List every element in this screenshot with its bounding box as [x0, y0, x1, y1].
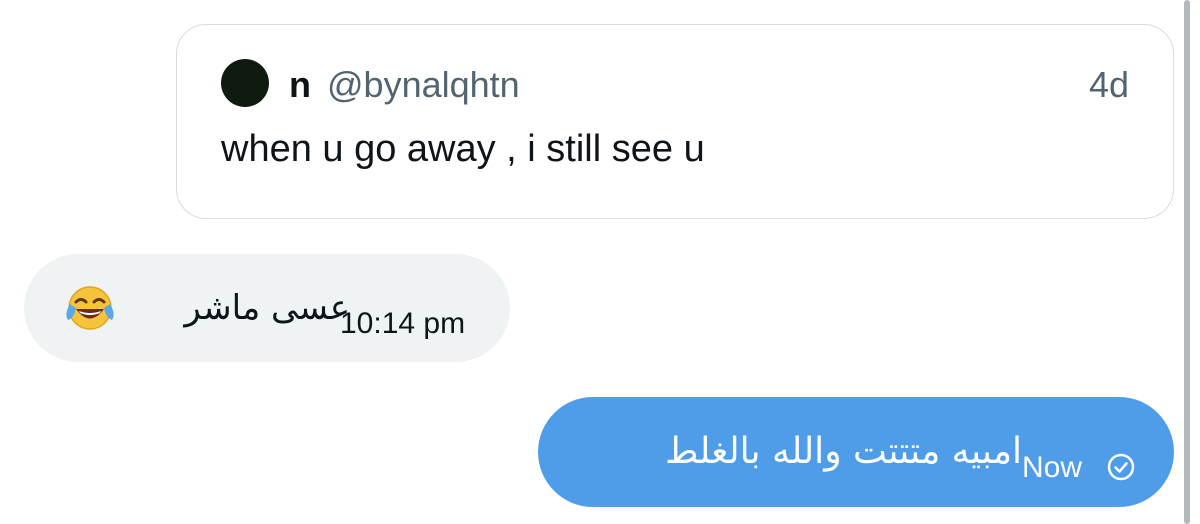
quoted-timestamp: 4d — [1088, 64, 1129, 105]
quoted-handle[interactable]: @bynalqhtn — [327, 63, 520, 107]
quoted-tweet-text: when u go away , i still see u — [221, 128, 705, 170]
check-circle-icon — [1107, 453, 1135, 481]
quoted-tweet-card[interactable]: n @bynalqhtn 4d when u go away , i still… — [176, 24, 1174, 219]
message-text: عسى ماشر — [184, 288, 350, 328]
scrollbar[interactable] — [1184, 0, 1190, 524]
quoted-display-name[interactable]: n — [289, 63, 311, 107]
incoming-message-bubble[interactable]: عسى ماشر 10:14 pm — [24, 254, 510, 362]
message-timestamp: 10:14 pm — [340, 307, 466, 340]
dm-conversation: n @bynalqhtn 4d when u go away , i still… — [0, 0, 1200, 524]
message-timestamp: Now — [1022, 451, 1083, 484]
face-with-tears-of-joy-icon — [66, 286, 114, 330]
message-text: امبيه متتتت والله بالغلط — [665, 431, 1022, 472]
outgoing-message-bubble[interactable]: امبيه متتتت والله بالغلط Now — [538, 397, 1174, 507]
avatar[interactable] — [221, 59, 269, 107]
